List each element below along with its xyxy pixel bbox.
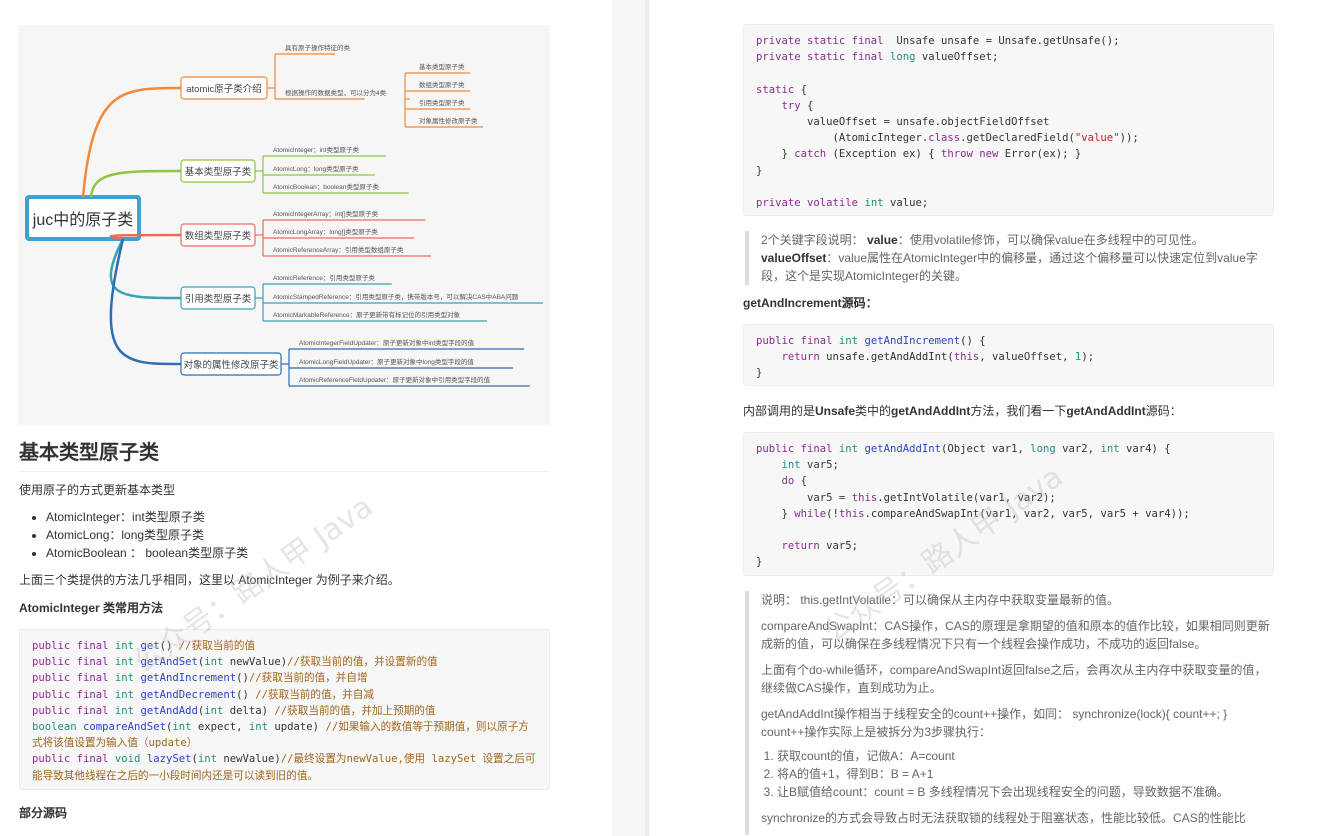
quote-text: ：使用volatile修饰，可以确保value在多线程中的可见性。 [897, 233, 1204, 247]
text-bold: getAndAddInt [1066, 404, 1146, 418]
code-line: private static final long valueOffset; [756, 51, 999, 64]
mindmap-leaf-label: 根据操作的数据类型，可以分为4类 [285, 88, 387, 97]
quote-paragraph: compareAndSwapInt：CAS操作，CAS的原理是拿期望的值和原本的… [761, 619, 1270, 651]
bullet-item: AtomicLong：long类型原子类 [46, 526, 248, 544]
code-line: private volatile int value; [756, 197, 929, 210]
mindmap-leaf-label: AtomicInteger：int类型原子类 [273, 145, 359, 154]
code-line: static { [756, 83, 808, 96]
blockquote-explanation: 说明： this.getIntVolatile：可以确保从主内存中获取变量最新的… [745, 591, 1270, 835]
mindmap-branch-label: 引用类型原子类 [185, 293, 252, 305]
mindmap-leaf-label: 引用类型原子类 [419, 98, 465, 107]
code-line: public final void lazySet(int newValue)/… [32, 753, 536, 782]
text: 类中的 [855, 404, 892, 418]
mindmap-leaf-label: AtomicLongFieldUpdater：原子更新对象中long类型字段的值 [299, 357, 474, 366]
mindmap-branch-label: atomic原子类介绍 [186, 83, 261, 95]
step-item: 让B赋值给count：count = B 多线程情况下会出现线程安全的问题，导致… [777, 783, 1270, 801]
code-line: try { [781, 99, 814, 112]
page-divider [645, 0, 649, 836]
code-line: do { [781, 475, 808, 488]
methods-title: AtomicInteger 类常用方法 [19, 601, 164, 615]
bullet-item: AtomicInteger：int类型原子类 [46, 508, 248, 526]
mindmap-leaf-label: AtomicReferenceFieldUpdater：原子更新对象中引用类型字… [299, 375, 491, 384]
step-item: 获取count的值，记做A：A=count [777, 747, 1270, 765]
code-line: public final int getAndSet(int newValue)… [32, 656, 438, 669]
text-bold: Unsafe [815, 404, 856, 418]
code-block-fields: private static final Unsafe unsafe = Uns… [743, 24, 1274, 216]
mindmap-leaf-label: AtomicReference：引用类型原子类 [273, 273, 375, 282]
intro-text: 使用原子的方式更新基本类型 [19, 483, 176, 497]
section-heading: 基本类型原子类 [19, 436, 549, 472]
partial-source-title: 部分源码 [19, 806, 68, 820]
mindmap-leaf-label: AtomicStampedReference：引用类型原子类，携带版本号，可以解… [273, 292, 519, 301]
mindmap-branch-connector [109, 238, 182, 366]
code-line: boolean compareAndSet(int expect, int up… [32, 721, 529, 750]
mindmap-leaf-label: 具有原子操作特征的类 [285, 43, 351, 52]
text: 源码： [1145, 404, 1182, 418]
mindmap-leaf-label: 数组类型原子类 [419, 80, 465, 89]
mindmap-leaf-label: 对象属性修改原子类 [419, 116, 478, 125]
quote-paragraph: getAndAddInt操作相当于线程安全的count++操作，如同： sync… [761, 707, 1228, 739]
mindmap-leaf-label: AtomicMarkableReference：原子更新带有标记位的引用类型对象 [273, 310, 461, 319]
code-line: } while(!this.compareAndSwapInt(var1, va… [756, 507, 1190, 520]
bullet-list: AtomicInteger：int类型原子类 AtomicLong：long类型… [28, 508, 248, 562]
quote-paragraph: synchronize的方式会导致占时无法获取锁的线程处于阻塞状态，性能比较低。… [761, 811, 1246, 825]
text: 方法，我们看一下 [970, 404, 1067, 418]
quote-text: ：value属性在AtomicInteger中的偏移量，通过这个偏移量可以快速定… [761, 251, 1258, 283]
mindmap-leaf-label: AtomicReferenceArray：引用类型数组原子类 [273, 245, 404, 254]
mindmap-leaf-label: 基本类型原子类 [419, 62, 465, 71]
code-line: valueOffset = unsafe.objectFieldOffset [756, 116, 1050, 129]
bullet-item: AtomicBoolean ： boolean类型原子类 [46, 544, 248, 562]
mindmap-branch-label: 基本类型原子类 [185, 166, 252, 178]
mindmap-branch-connector [89, 169, 182, 198]
mindmap-image: juc中的原子类 atomic原子类介绍 具有原子操作特征的类根据操作的数据类型，可… [18, 25, 550, 425]
code-block-getandincrement: public final int getAndIncrement() { ret… [743, 324, 1274, 386]
code-line: int var5; [781, 459, 839, 472]
code-line: } catch (Exception ex) { throw new Error… [756, 148, 1082, 161]
code-line: } [756, 556, 763, 569]
text-bold: getAndAddInt [891, 404, 971, 418]
text: 内部调用的是 [743, 404, 816, 418]
mindmap-leaf-label: AtomicLong：long类型原子类 [273, 164, 359, 173]
code-line: public final int getAndIncrement()//获取当前… [32, 672, 368, 685]
code-line: return var5; [781, 540, 859, 553]
code-line: public final int getAndIncrement() { [756, 335, 986, 347]
inner-call-text: 内部调用的是Unsafe类中的getAndAddInt方法，我们看一下getAn… [743, 402, 1182, 420]
blockquote-fields: 2个关键字段说明： value：使用volatile修饰，可以确保value在多… [745, 231, 1270, 285]
code-line: private static final Unsafe unsafe = Uns… [756, 35, 1120, 47]
quote-key: value [867, 233, 898, 247]
mindmap-root-label: juc中的原子类 [32, 211, 133, 229]
quote-text: 2个关键字段说明： [761, 233, 868, 247]
code-line: public final int getAndAdd(int delta) //… [32, 704, 436, 717]
code-block-methods: public final int get() //获取当前的值 public fi… [19, 629, 550, 790]
mindmap-leaf-label: AtomicIntegerFieldUpdater：原子更新对象中int类型字段… [299, 338, 475, 347]
code-line: public final int get() //获取当前的值 [32, 640, 256, 652]
steps-list: 获取count的值，记做A：A=count 将A的值+1，得到B：B = A+1… [761, 747, 1270, 801]
quote-paragraph: 上面有个do-while循环，compareAndSwapInt返回false之… [761, 663, 1267, 695]
document-page-right: private static final Unsafe unsafe = Uns… [650, 0, 1335, 836]
note-text: 上面三个类提供的方法几乎相同，这里以 AtomicInteger 为例子来介绍。 [19, 573, 400, 587]
mindmap-branch-label: 对象的属性修改原子类 [183, 359, 279, 371]
code-line: } [756, 367, 763, 380]
getandincrement-title: getAndIncrement源码： [743, 296, 878, 310]
code-line: var5 = this.getIntVolatile(var1, var2); [756, 491, 1056, 504]
code-line: (AtomicInteger.class.getDeclaredField("v… [756, 132, 1139, 145]
document-page-left: juc中的原子类 atomic原子类介绍 具有原子操作特征的类根据操作的数据类型，可… [0, 0, 612, 836]
code-block-getandaddint: public final int getAndAddInt(Object var… [743, 432, 1274, 576]
mindmap-diagram: juc中的原子类 atomic原子类介绍 具有原子操作特征的类根据操作的数据类型，可… [25, 43, 543, 387]
step-item: 将A的值+1，得到B：B = A+1 [777, 765, 1270, 783]
quote-key: valueOffset [761, 251, 827, 265]
code-line: return unsafe.getAndAddInt(this, valueOf… [781, 351, 1095, 364]
code-line: public final int getAndDecrement() //获取当… [32, 688, 374, 701]
mindmap-leaf-label: AtomicBoolean：boolean类型原子类 [273, 182, 379, 191]
quote-paragraph: 说明： this.getIntVolatile：可以确保从主内存中获取变量最新的… [761, 593, 1120, 607]
code-line: public final int getAndAddInt(Object var… [756, 443, 1171, 455]
mindmap-leaf-label: AtomicIntegerArray：int[]类型原子类 [273, 209, 379, 218]
mindmap-branch-label: 数组类型原子类 [185, 230, 252, 242]
code-line: } [756, 164, 763, 177]
mindmap-leaf-label: AtomicLongArray：long[]类型原子类 [273, 227, 378, 236]
